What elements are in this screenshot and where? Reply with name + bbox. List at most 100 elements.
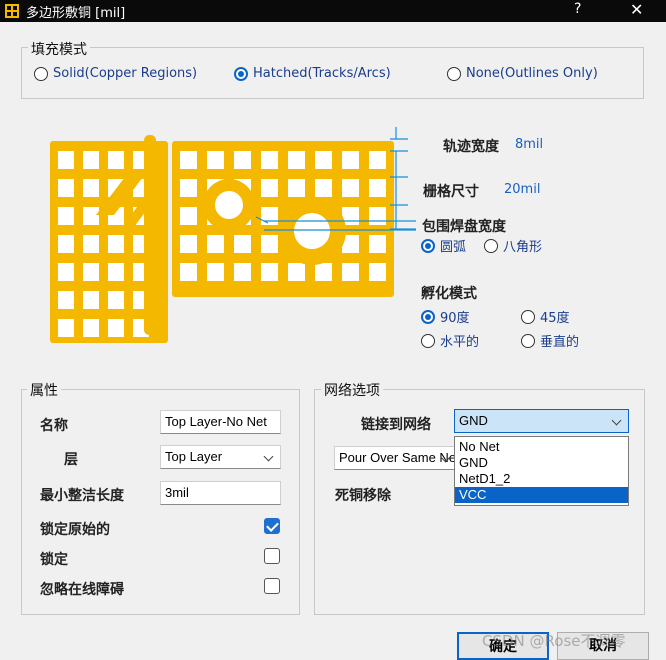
net-option-netd1-2[interactable]: NetD1_2 xyxy=(455,471,628,487)
hatch-cell xyxy=(180,263,197,281)
fill-mode-legend: 填充模式 xyxy=(28,39,90,59)
net-dropdown-list[interactable]: No Net GND NetD1_2 VCC xyxy=(454,436,629,506)
radio-horizontal[interactable]: 水平的 xyxy=(421,331,479,350)
radio-none-indicator[interactable] xyxy=(447,66,461,81)
radio-arc[interactable]: 圆弧 xyxy=(421,236,466,255)
hatch-cell xyxy=(83,291,99,309)
lock-primitives-label: 锁定原始的 xyxy=(40,522,110,538)
ignore-obstacles-checkbox[interactable] xyxy=(264,578,280,594)
radio-vertical[interactable]: 垂直的 xyxy=(521,331,579,350)
close-button[interactable]: ✕ xyxy=(630,0,643,19)
dead-copper-label: 死铜移除 xyxy=(335,488,391,504)
hatch-cell xyxy=(207,235,224,253)
connect-to-net-select[interactable]: GND xyxy=(454,409,629,433)
min-length-input[interactable]: 3mil xyxy=(160,481,281,505)
title-bar: 多边形敷铜 [mil] ? ✕ xyxy=(0,0,666,22)
hatch-cell xyxy=(108,263,124,281)
hatch-cell xyxy=(261,263,278,281)
hatch-cell xyxy=(342,263,359,281)
hatch-mode-label: 孵化模式 xyxy=(421,286,477,302)
hatch-cell xyxy=(180,179,197,197)
hatch-cell xyxy=(342,151,359,169)
hatch-cell xyxy=(108,291,124,309)
hatch-cell xyxy=(234,263,251,281)
hatch-cell xyxy=(315,179,332,197)
hatch-cell xyxy=(261,235,278,253)
radio-45deg[interactable]: 45度 xyxy=(521,307,570,326)
grid-size-value[interactable]: 20mil xyxy=(504,182,540,197)
net-options-legend: 网络选项 xyxy=(321,380,383,400)
net-option-vcc[interactable]: VCC xyxy=(455,487,628,503)
hatch-cell xyxy=(261,151,278,169)
locked-label: 锁定 xyxy=(40,552,68,568)
layer-select-value: Top Layer xyxy=(165,449,223,464)
hatch-cell xyxy=(58,263,74,281)
hatch-cell xyxy=(108,235,124,253)
hatch-preview-diagram xyxy=(50,127,416,343)
hatch-cell xyxy=(180,151,197,169)
radio-solid-indicator[interactable] xyxy=(34,66,48,81)
hatch-cell xyxy=(83,263,99,281)
track-width-label: 轨迹宽度 xyxy=(443,139,499,155)
radio-45deg-label: 45度 xyxy=(540,311,570,326)
min-length-label: 最小整洁长度 xyxy=(40,488,124,504)
hatch-cell xyxy=(369,151,386,169)
hatch-cell xyxy=(58,179,74,197)
pour-over-select[interactable]: Pour Over Same Ne xyxy=(334,446,458,470)
radio-octagon-label: 八角形 xyxy=(503,240,543,255)
hatch-cell xyxy=(315,151,332,169)
net-option-gnd[interactable]: GND xyxy=(455,455,628,471)
ignore-obstacles-label: 忽略在线障碍 xyxy=(40,582,124,598)
hatch-pad xyxy=(223,199,235,211)
hatch-cell xyxy=(369,207,386,225)
hatch-cell xyxy=(234,151,251,169)
hatch-cell xyxy=(261,179,278,197)
radio-solid[interactable]: Solid(Copper Regions) xyxy=(34,66,197,81)
hatch-cell xyxy=(58,235,74,253)
radio-horizontal-label: 水平的 xyxy=(440,335,480,350)
properties-legend: 属性 xyxy=(27,380,61,400)
hatch-cell xyxy=(144,135,156,335)
radio-45deg-indicator[interactable] xyxy=(521,309,535,324)
surround-width-label: 包围焊盘宽度 xyxy=(422,219,506,235)
name-label: 名称 xyxy=(40,418,68,434)
hatch-cell xyxy=(207,263,224,281)
window-title: 多边形敷铜 [mil] xyxy=(26,6,126,21)
hatch-cell xyxy=(83,151,99,169)
layer-select[interactable]: Top Layer xyxy=(160,445,281,469)
hatch-pad xyxy=(304,223,320,239)
radio-none[interactable]: None(Outlines Only) xyxy=(447,66,598,81)
radio-horizontal-indicator[interactable] xyxy=(421,333,435,348)
hatch-cell xyxy=(83,235,99,253)
track-width-value[interactable]: 8mil xyxy=(515,137,543,152)
radio-hatched-indicator[interactable] xyxy=(234,66,248,81)
radio-vertical-indicator[interactable] xyxy=(521,333,535,348)
hatch-cell xyxy=(180,207,197,225)
net-option-no-net[interactable]: No Net xyxy=(455,439,628,455)
hatch-cell xyxy=(288,151,305,169)
radio-hatched[interactable]: Hatched(Tracks/Arcs) xyxy=(234,66,391,81)
hatch-cell xyxy=(207,151,224,169)
help-button[interactable]: ? xyxy=(574,1,581,17)
hatch-cell xyxy=(315,263,332,281)
radio-90deg-indicator[interactable] xyxy=(421,309,435,324)
radio-90deg[interactable]: 90度 xyxy=(421,307,470,326)
radio-arc-label: 圆弧 xyxy=(440,240,467,255)
polygon-pour-app-icon xyxy=(5,4,19,18)
grid-size-label: 栅格尺寸 xyxy=(423,184,479,200)
locked-checkbox[interactable] xyxy=(264,548,280,564)
radio-octagon-indicator[interactable] xyxy=(484,238,498,253)
hatch-cell xyxy=(83,179,99,197)
hatch-cell xyxy=(342,179,359,197)
name-input[interactable]: Top Layer-No Net xyxy=(160,410,281,434)
radio-octagon[interactable]: 八角形 xyxy=(484,236,542,255)
hatch-cell xyxy=(58,207,74,225)
lock-primitives-checkbox[interactable] xyxy=(264,518,280,534)
hatch-cell xyxy=(288,179,305,197)
hatch-cell xyxy=(180,235,197,253)
radio-arc-indicator[interactable] xyxy=(421,238,435,253)
hatch-cell xyxy=(369,179,386,197)
connect-to-net-value: GND xyxy=(459,413,488,428)
hatch-cell xyxy=(108,151,124,169)
hatch-cell xyxy=(58,291,74,309)
